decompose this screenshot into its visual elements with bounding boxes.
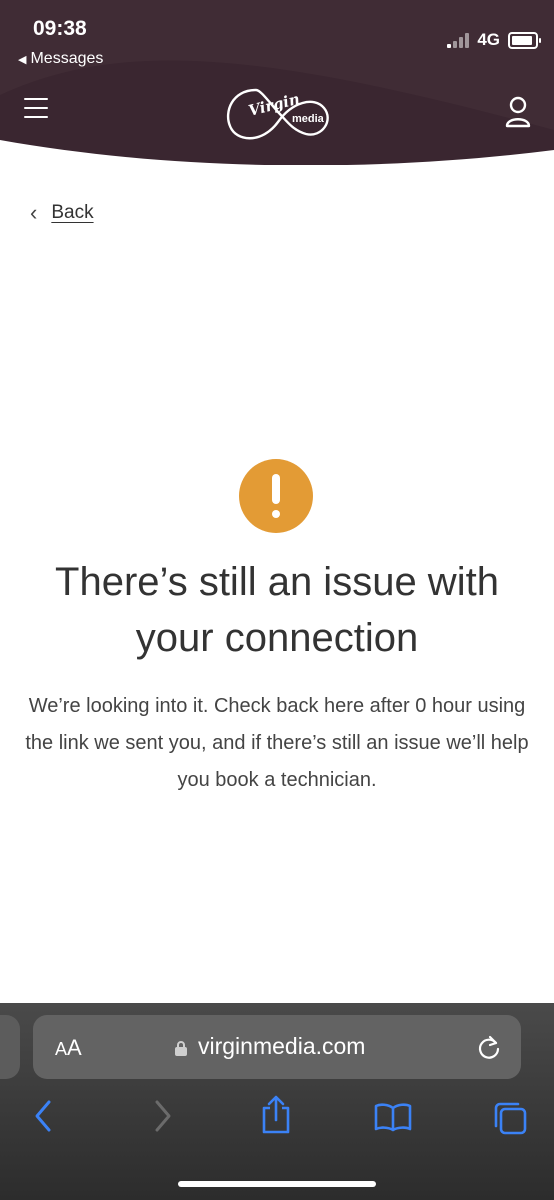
tabs-icon[interactable] [492, 1100, 528, 1136]
signal-icon [447, 32, 470, 48]
page-title: There’s still an issue with your connect… [55, 560, 499, 660]
logo-media-text: media [292, 113, 325, 125]
reload-icon[interactable] [476, 1034, 502, 1060]
warning-icon [239, 459, 313, 533]
bookmarks-icon[interactable] [374, 1102, 412, 1132]
page-message: We’re looking into it. Check back here a… [25, 695, 529, 791]
user-icon[interactable] [504, 96, 532, 128]
reader-options-button[interactable]: AA [55, 1035, 82, 1061]
hamburger-icon[interactable] [24, 98, 48, 118]
back-to-app[interactable]: ◀ Messages [18, 50, 103, 68]
status-indicators: 4G [447, 30, 541, 50]
status-time: 09:38 [33, 17, 87, 40]
battery-icon [508, 31, 541, 49]
url-text[interactable]: virginmedia.com [198, 1033, 365, 1060]
home-indicator[interactable] [178, 1181, 376, 1187]
virgin-media-logo[interactable]: Virgin media [222, 82, 334, 148]
browser-forward-icon[interactable] [152, 1098, 174, 1134]
back-label: Back [51, 202, 94, 223]
browser-back-icon[interactable] [32, 1098, 54, 1134]
aa-big: A [67, 1035, 82, 1060]
previous-tab-peek[interactable] [0, 1015, 20, 1079]
lock-icon [175, 1041, 187, 1056]
aa-small: A [55, 1039, 68, 1059]
share-icon[interactable] [258, 1094, 294, 1136]
back-link[interactable]: ‹ Back [30, 202, 94, 224]
back-triangle-icon: ◀ [18, 54, 27, 66]
back-app-label: Messages [30, 50, 104, 67]
network-type: 4G [477, 30, 500, 49]
chevron-left-icon: ‹ [30, 200, 38, 225]
